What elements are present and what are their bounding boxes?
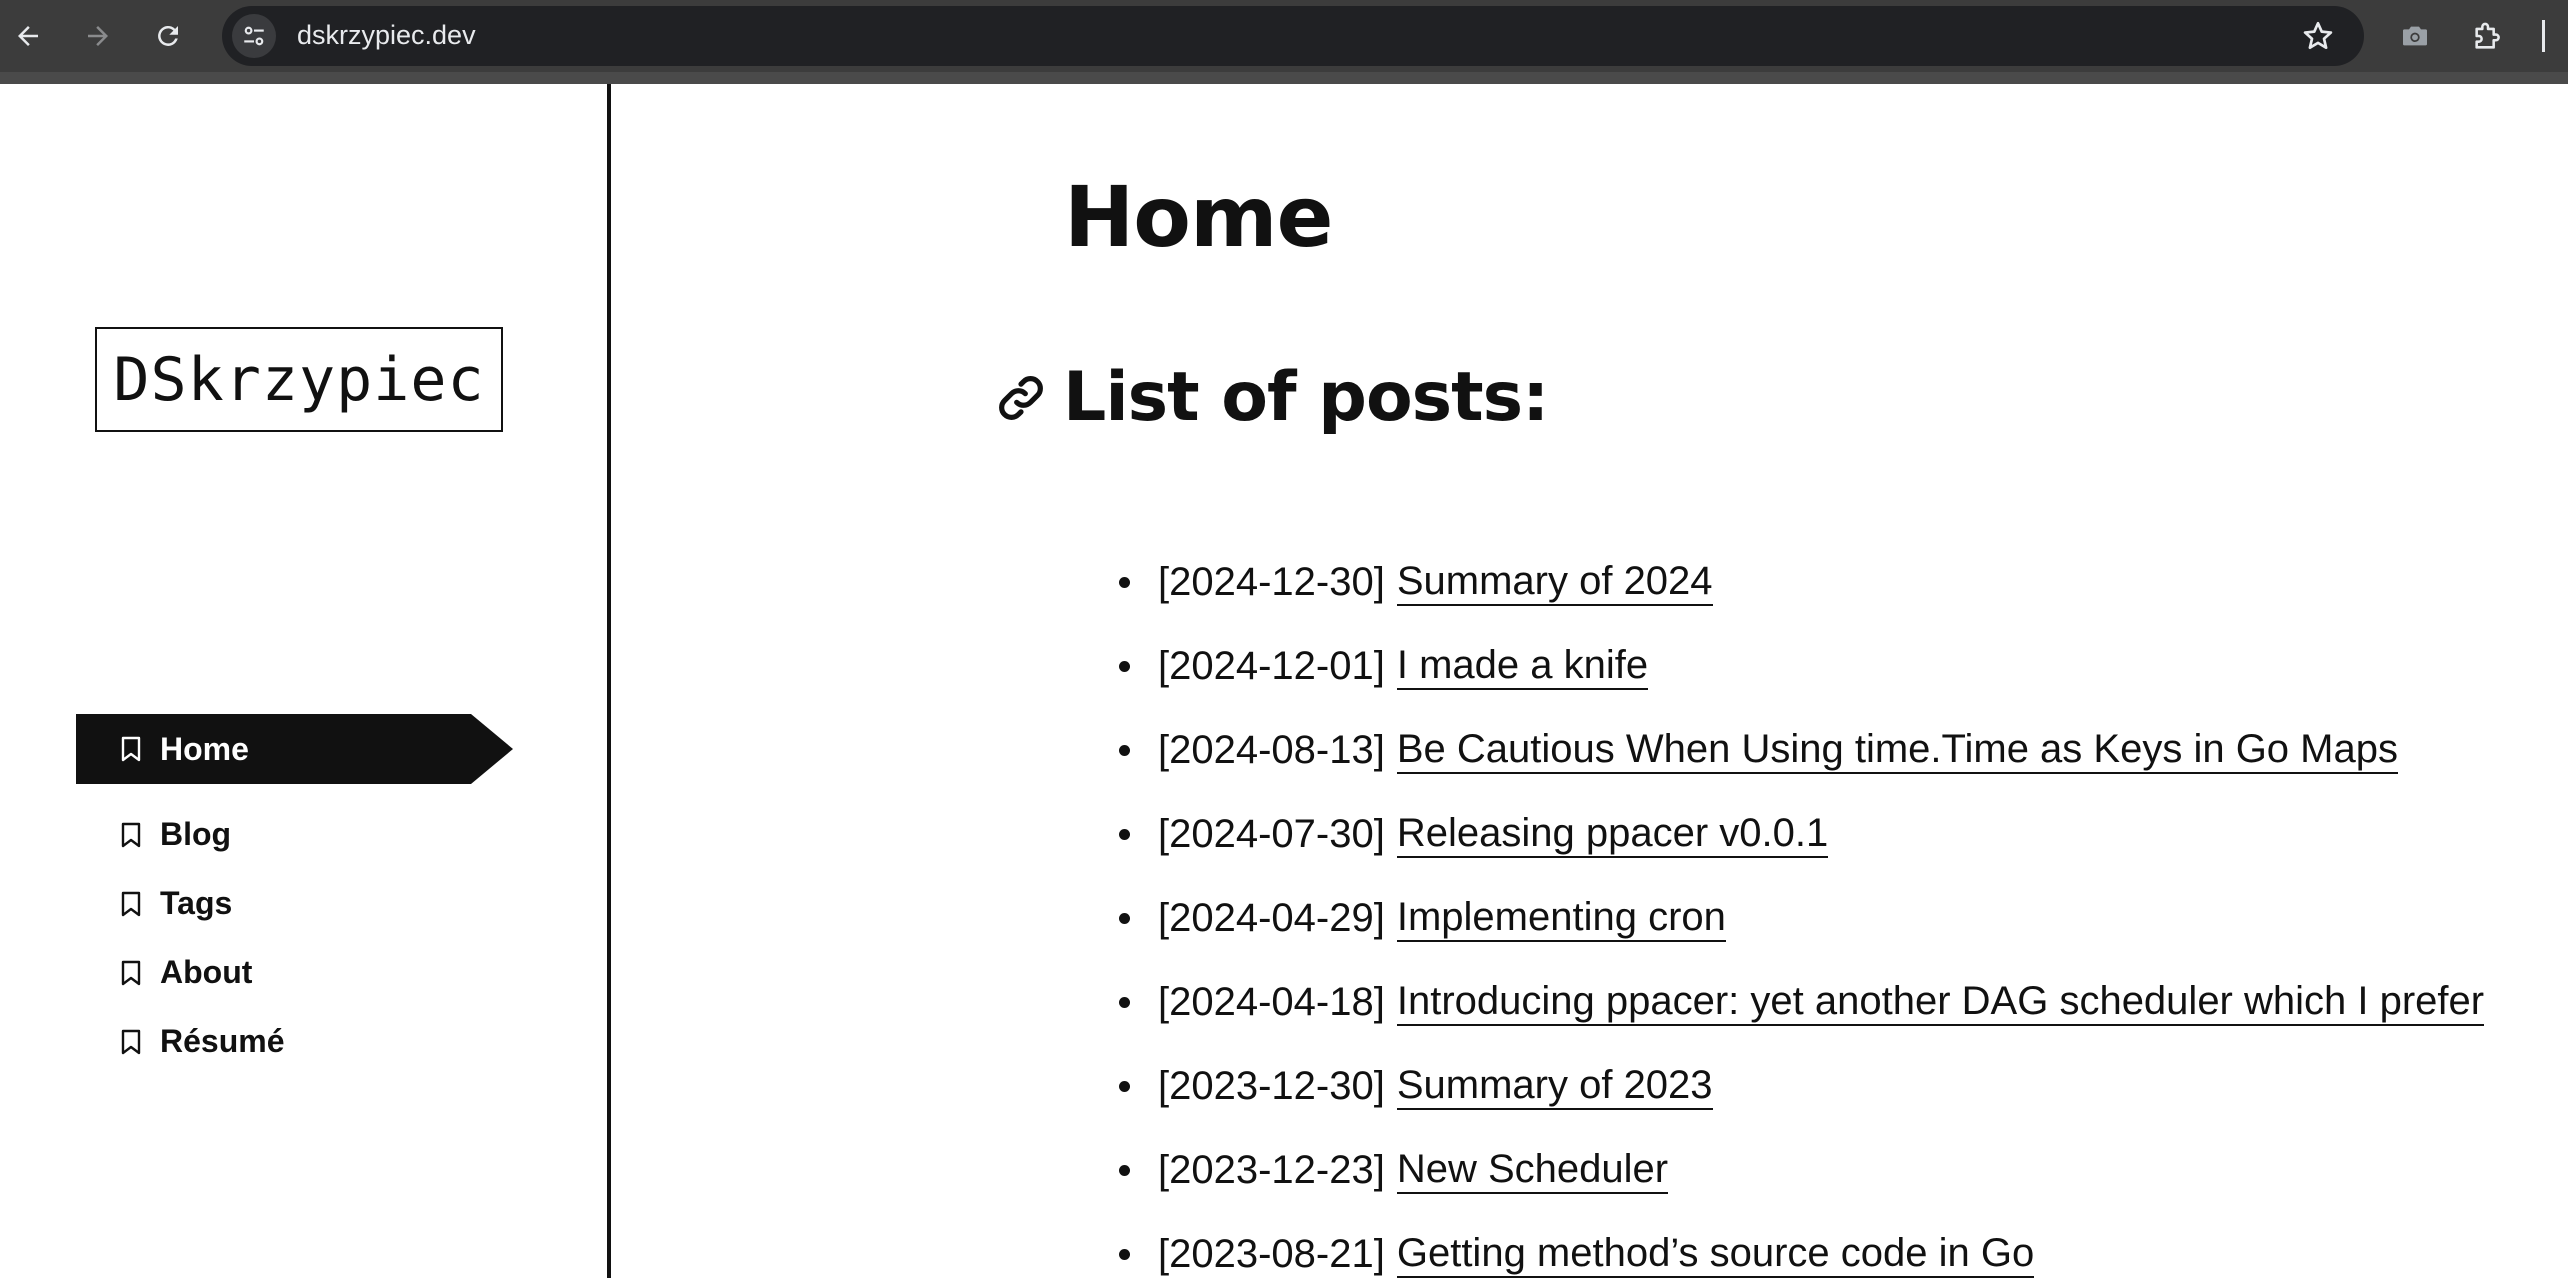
list-item: [2024-12-30] Summary of 2024: [1118, 540, 2484, 624]
address-bar[interactable]: dskrzypiec.dev: [222, 6, 2364, 66]
arrow-right-icon: [88, 26, 108, 46]
post-link[interactable]: Getting method’s source code in Go: [1396, 1231, 2035, 1278]
menu-item-resume[interactable]: Résumé: [76, 1007, 513, 1076]
section-heading: List of posts:: [995, 358, 1549, 437]
post-date: [2024-04-29]: [1158, 895, 1385, 940]
menu-item-label: About: [160, 954, 253, 990]
post-date: [2024-08-13]: [1158, 727, 1385, 772]
section-heading-text: List of posts:: [1063, 358, 1549, 437]
reload-button[interactable]: [142, 10, 194, 62]
menu-item-about[interactable]: About: [76, 938, 513, 1007]
post-date: [2024-07-30]: [1158, 811, 1385, 856]
back-button[interactable]: [2, 10, 54, 62]
site-info-button[interactable]: [232, 14, 276, 58]
list-item: [2024-12-01] I made a knife: [1118, 624, 2484, 708]
list-item: [2024-04-18] Introducing ppacer: yet ano…: [1118, 960, 2485, 1044]
toolbar-divider: [2542, 20, 2545, 52]
menu-item-label: Résumé: [160, 1023, 285, 1059]
puzzle-icon: [2475, 22, 2500, 49]
post-link[interactable]: New Scheduler: [1396, 1147, 1669, 1194]
post-link[interactable]: Implementing cron: [1396, 895, 1726, 942]
post-date: [2024-04-18]: [1158, 979, 1385, 1024]
link-icon[interactable]: [995, 372, 1047, 424]
list-item: [2023-08-21] Getting method’s source cod…: [1118, 1212, 2484, 1278]
post-date: [2024-12-30]: [1158, 559, 1385, 604]
screenshot-button[interactable]: [2393, 14, 2437, 58]
post-date: [2023-08-21]: [1158, 1231, 1385, 1276]
menu-item-blog[interactable]: Blog: [76, 800, 513, 869]
post-link[interactable]: Summary of 2023: [1396, 1063, 1713, 1110]
browser-toolbar: dskrzypiec.dev: [0, 0, 2568, 72]
list-item: [2024-04-29] Implementing cron: [1118, 876, 2484, 960]
post-link[interactable]: Summary of 2024: [1396, 559, 1713, 606]
camera-icon: [2403, 26, 2427, 46]
post-date: [2023-12-23]: [1158, 1147, 1385, 1192]
menu-item-tags[interactable]: Tags: [76, 869, 513, 938]
list-item: [2024-08-13] Be Cautious When Using time…: [1118, 708, 2484, 792]
reload-icon: [158, 25, 178, 46]
menu-item-home[interactable]: Home: [76, 714, 513, 784]
extensions-button[interactable]: [2466, 14, 2510, 58]
post-link[interactable]: Releasing ppacer v0.0.1: [1396, 811, 1829, 858]
forward-button[interactable]: [72, 10, 124, 62]
list-item: [2023-12-30] Summary of 2023: [1118, 1044, 2484, 1128]
toolbar-shadow: [0, 72, 2568, 84]
site-logo[interactable]: DSkrzypiec: [95, 327, 503, 432]
bookmark-icon: [121, 891, 141, 916]
bookmark-icon: [121, 736, 141, 762]
sidebar-divider: [607, 84, 611, 1278]
menu-item-label: Tags: [160, 885, 233, 921]
post-link[interactable]: Be Cautious When Using time.Time as Keys…: [1396, 727, 2398, 774]
star-icon[interactable]: [2300, 18, 2336, 54]
url-text[interactable]: dskrzypiec.dev: [297, 20, 476, 51]
page-title: Home: [1064, 168, 1334, 266]
menu-item-label: Blog: [160, 816, 232, 852]
post-link[interactable]: I made a knife: [1396, 643, 1649, 690]
list-item: [2023-12-23] New Scheduler: [1118, 1128, 2484, 1212]
post-date: [2023-12-30]: [1158, 1063, 1385, 1108]
menu-item-label: Home: [160, 730, 249, 767]
site-logo-text: DSkrzypiec: [113, 344, 485, 415]
arrow-left-icon: [18, 26, 38, 46]
post-date: [2024-12-01]: [1158, 643, 1385, 688]
bookmark-icon: [121, 1029, 141, 1054]
bookmark-icon: [121, 960, 141, 985]
bookmark-icon: [121, 822, 141, 847]
sidebar-menu: Home Blog Tags About Résumé: [76, 714, 513, 1076]
tune-icon: [244, 26, 264, 46]
post-list: [2024-12-30] Summary of 2024 [2024-12-01…: [1118, 540, 2485, 1278]
list-item: [2024-07-30] Releasing ppacer v0.0.1: [1118, 792, 2484, 876]
post-link[interactable]: Introducing ppacer: yet another DAG sche…: [1396, 979, 2485, 1026]
